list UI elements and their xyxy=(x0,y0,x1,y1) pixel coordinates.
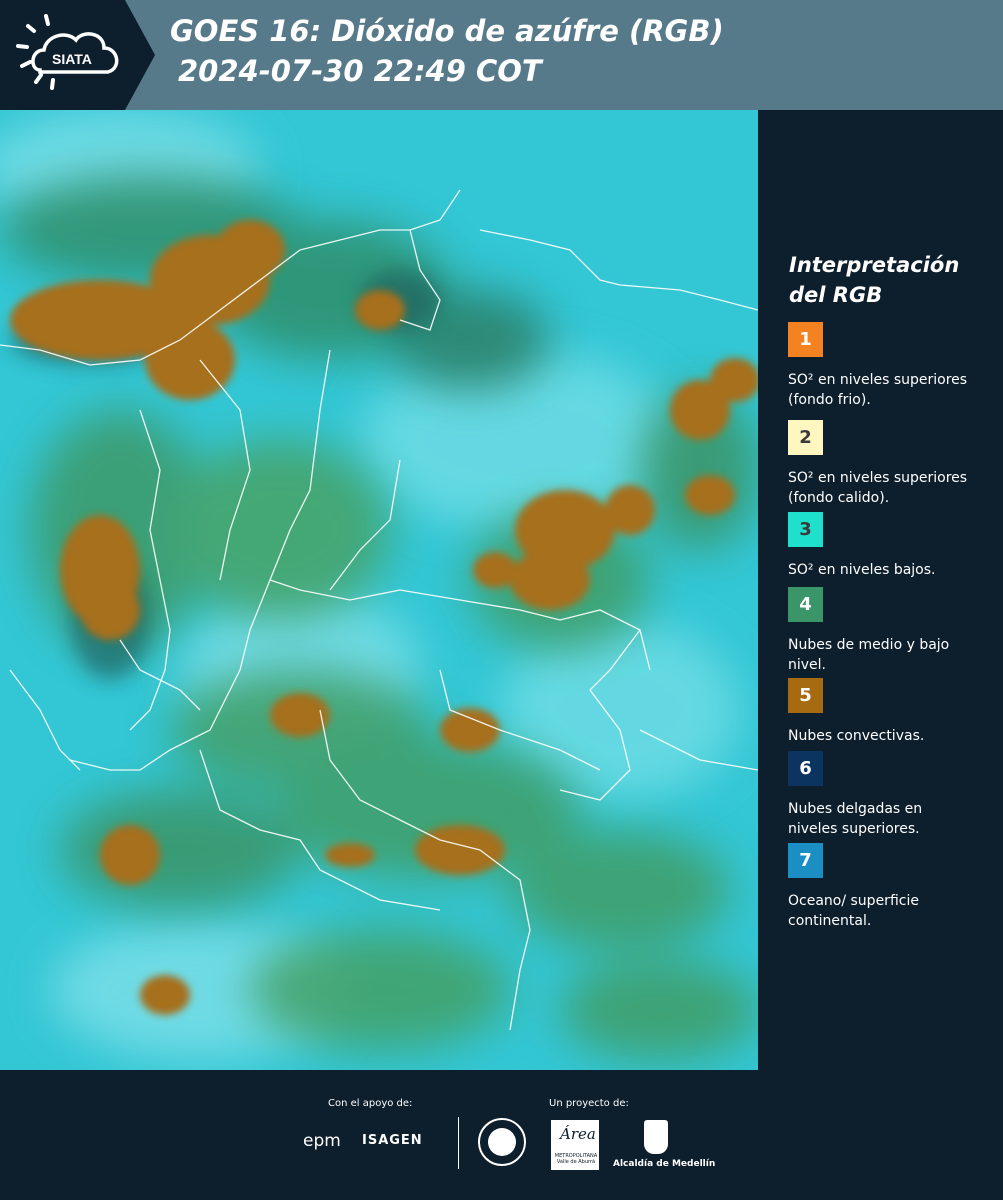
page-title: GOES 16: Dióxido de azúfre (RGB) xyxy=(170,14,724,48)
legend-item-7: 7 Oceano/ superficie continental. xyxy=(788,843,988,931)
legend-item-3: 3 SO² en niveles bajos. xyxy=(788,512,988,580)
area-metropolitana-logo: Área METROPOLITANA Valle de Aburrá xyxy=(551,1120,599,1170)
legend-item-2: 2 SO² en niveles superiores (fondo calid… xyxy=(788,420,988,508)
legend-label: Oceano/ superficie continental. xyxy=(788,893,919,929)
legend-item-4: 4 Nubes de medio y bajo nivel. xyxy=(788,587,988,675)
legend-swatch: 2 xyxy=(788,420,823,455)
legend-swatch: 7 xyxy=(788,843,823,878)
legend-panel: Interpretación del RGB 1 SO² en niveles … xyxy=(760,110,1003,1070)
legend-swatch: 1 xyxy=(788,322,823,357)
legend-swatch: 3 xyxy=(788,512,823,547)
alcaldia-crest-icon xyxy=(644,1120,668,1154)
medellin-seal-icon xyxy=(478,1118,526,1166)
legend-swatch: 4 xyxy=(788,587,823,622)
legend-label: Nubes convectivas. xyxy=(788,728,925,744)
legend-item-1: 1 SO² en niveles superiores (fondo frio)… xyxy=(788,322,988,410)
legend-label: Nubes delgadas en niveles superiores. xyxy=(788,801,923,837)
area-logo-subtext: METROPOLITANA Valle de Aburrá xyxy=(554,1153,598,1165)
legend-item-6: 6 Nubes delgadas en niveles superiores. xyxy=(788,751,988,839)
legend-label: Nubes de medio y bajo nivel. xyxy=(788,637,950,673)
siata-logo: SIATA xyxy=(0,0,155,110)
legend-label: SO² en niveles superiores (fondo frio). xyxy=(788,372,968,408)
header-bar: SIATA GOES 16: Dióxido de azúfre (RGB) 2… xyxy=(0,0,1003,110)
legend-label: SO² en niveles superiores (fondo calido)… xyxy=(788,470,968,506)
support-label: Con el apoyo de: xyxy=(328,1098,413,1109)
seal-inner xyxy=(488,1128,516,1156)
isagen-logo: ISAGEN xyxy=(362,1133,423,1148)
alcaldia-label: Alcaldía de Medellín xyxy=(613,1159,716,1169)
project-label: Un proyecto de: xyxy=(549,1098,629,1109)
svg-text:SIATA: SIATA xyxy=(52,51,92,67)
satellite-map xyxy=(0,110,758,1070)
legend-title: Interpretación del RGB xyxy=(789,253,960,307)
legend-label: SO² en niveles bajos. xyxy=(788,562,936,578)
siata-logo-icon: SIATA xyxy=(0,0,155,110)
epm-logo: epm xyxy=(303,1131,341,1151)
area-logo-text: Área xyxy=(560,1125,596,1143)
footer-bar: Con el apoyo de: Un proyecto de: epm ISA… xyxy=(0,1070,1003,1200)
legend-swatch: 5 xyxy=(788,678,823,713)
legend-item-5: 5 Nubes convectivas. xyxy=(788,678,988,746)
footer-divider xyxy=(458,1117,459,1169)
page-timestamp: 2024-07-30 22:49 COT xyxy=(178,54,542,88)
rgb-satellite-image xyxy=(0,110,758,1070)
legend-swatch: 6 xyxy=(788,751,823,786)
